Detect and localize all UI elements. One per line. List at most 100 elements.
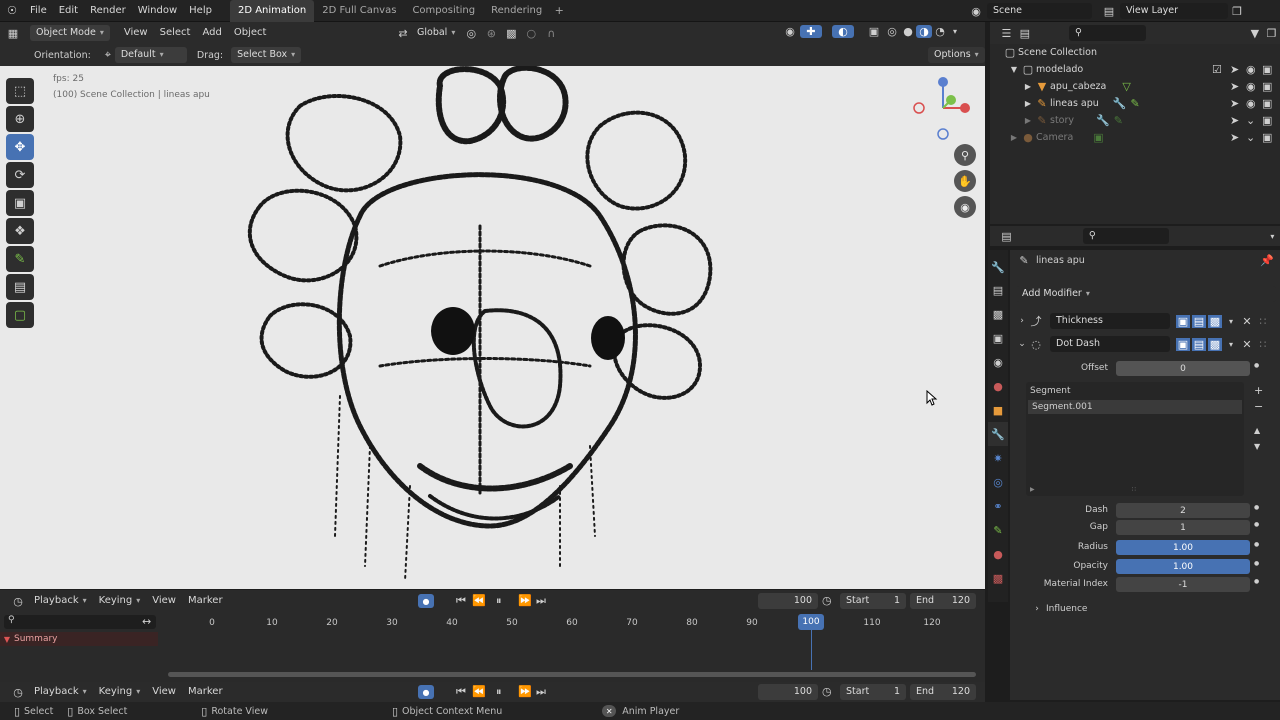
modifier-menu-icon[interactable]: ▾ <box>1224 317 1238 326</box>
cursor-tool[interactable]: ⊕ <box>6 106 34 132</box>
object-mode-dropdown[interactable]: Object Mode <box>30 25 110 41</box>
prev-keyframe-icon[interactable]: ⏪ <box>472 685 486 698</box>
expand-chevron-icon[interactable]: ▶ <box>1022 99 1034 108</box>
expand-chevron-icon[interactable]: ▶ <box>1022 82 1034 91</box>
expand-chevron-icon[interactable]: › <box>1032 604 1042 614</box>
menu-marker[interactable]: Marker <box>182 681 229 703</box>
keyframe-dot-icon[interactable]: ● <box>1254 504 1259 511</box>
eye-hidden-icon[interactable]: ⌄ <box>1246 114 1255 127</box>
transform-tool[interactable]: ❖ <box>6 218 34 244</box>
falloff-icon[interactable]: ∩ <box>541 27 561 40</box>
transform-orientation-dropdown[interactable]: Global <box>411 25 461 41</box>
menu-select[interactable]: Select <box>154 22 197 44</box>
tab-rendering[interactable]: Rendering <box>483 0 550 22</box>
render-icon[interactable]: ▣ <box>1262 80 1272 93</box>
drag-handle-icon[interactable]: ∷ <box>1256 338 1270 351</box>
zoom-icon[interactable]: ⚲ <box>954 144 976 166</box>
xray-icon[interactable]: ▣ <box>864 25 884 38</box>
effects-tab-icon[interactable]: ✷ <box>993 446 1002 470</box>
properties-options-icon[interactable]: ▾ <box>1265 232 1280 241</box>
material-tab-icon[interactable]: ● <box>993 542 1003 566</box>
modifier-menu-icon[interactable]: ▾ <box>1224 340 1238 349</box>
rotate-tool[interactable]: ⟳ <box>6 162 34 188</box>
viewport-toggle-icon[interactable]: ▤ <box>1192 314 1206 328</box>
properties-search-input[interactable]: ⚲ <box>1082 228 1169 244</box>
render-icon[interactable]: ▣ <box>1262 97 1272 110</box>
thickness-name-field[interactable]: Thickness <box>1050 313 1170 329</box>
eye-icon[interactable]: ◉ <box>1246 80 1256 93</box>
timeline-scrollbar[interactable] <box>168 672 976 677</box>
list-resize-handle-icon[interactable]: ∷ <box>1132 486 1136 493</box>
selectable-icon[interactable]: ➤ <box>1230 80 1239 93</box>
physics-tab-icon[interactable]: ◎ <box>993 470 1003 494</box>
eye-icon[interactable]: ◉ <box>1246 63 1256 76</box>
current-frame-marker[interactable]: 100 <box>798 614 824 630</box>
scale-tool[interactable]: ▣ <box>6 190 34 216</box>
offset-field[interactable]: 0 <box>1116 361 1250 376</box>
menu-view[interactable]: View <box>146 681 182 703</box>
collapse-chevron-icon[interactable]: › <box>1016 316 1028 326</box>
stopwatch-icon[interactable]: ◷ <box>822 685 832 698</box>
measure-tool[interactable]: ▤ <box>6 274 34 300</box>
selectable-icon[interactable]: ➤ <box>1230 63 1239 76</box>
add-segment-icon[interactable]: + <box>1254 384 1263 397</box>
object-tab-icon[interactable]: ■ <box>993 398 1003 422</box>
jump-start-icon[interactable]: ⏮ <box>456 685 466 699</box>
tab-2d-animation[interactable]: 2D Animation <box>229 0 315 22</box>
render-icon[interactable]: ▣ <box>1262 114 1272 127</box>
tool-tab-icon[interactable]: 🔧 <box>991 256 1005 278</box>
menu-object[interactable]: Object <box>228 22 273 44</box>
view-layer-tab-icon[interactable]: ▣ <box>993 326 1003 350</box>
close-circle-icon[interactable]: ✕ <box>602 705 617 717</box>
selectable-icon[interactable]: ➤ <box>1230 114 1239 127</box>
properties-editor-icon[interactable]: ▤ <box>996 230 1017 243</box>
keyframe-dot-icon[interactable]: ● <box>1254 362 1259 369</box>
3d-viewport[interactable]: fps: 25 (100) Scene Collection | lineas … <box>0 66 985 589</box>
remove-segment-icon[interactable]: − <box>1254 400 1263 413</box>
record-icon[interactable]: ● <box>418 685 434 699</box>
scene-icon[interactable]: ◉ <box>965 5 987 18</box>
filter-icon[interactable]: ▼ <box>1246 27 1263 40</box>
expand-chevron-icon[interactable]: ▼ <box>1008 65 1020 74</box>
menu-window[interactable]: Window <box>132 0 183 22</box>
proportional-icon[interactable]: ○ <box>521 27 541 40</box>
menu-add[interactable]: Add <box>196 22 227 44</box>
pivot-icon[interactable]: ◎ <box>461 27 481 40</box>
blender-logo-icon[interactable]: ☉ <box>0 4 24 17</box>
constraint-tab-icon[interactable]: ⚭ <box>993 494 1002 518</box>
drag-handle-icon[interactable]: ∷ <box>1256 315 1270 328</box>
menu-playback[interactable]: Playback <box>28 681 93 703</box>
remove-modifier-icon[interactable]: ✕ <box>1240 315 1254 328</box>
outliner-row-scene-collection[interactable]: ▢ Scene Collection <box>990 44 1280 61</box>
segment-list-item[interactable]: Segment.001 <box>1028 400 1242 414</box>
visibility-icon[interactable]: ◉ <box>780 25 800 38</box>
grease-pencil-drawing[interactable] <box>230 66 750 589</box>
render-tab-icon[interactable]: ▤ <box>993 278 1003 302</box>
solid-shading-icon[interactable]: ● <box>900 25 916 38</box>
drag-dropdown[interactable]: Select Box <box>231 47 302 63</box>
rendered-shading-icon[interactable]: ◔ <box>932 25 948 38</box>
pan-hand-icon[interactable]: ✋ <box>954 170 976 192</box>
options-dropdown[interactable]: Options <box>928 47 985 63</box>
new-collection-icon[interactable]: ❐ <box>1263 27 1280 40</box>
material-index-field[interactable]: -1 <box>1116 577 1250 592</box>
selectable-icon[interactable]: ➤ <box>1230 97 1239 110</box>
keyframe-dot-icon[interactable]: ● <box>1254 541 1259 548</box>
list-expand-icon[interactable]: ▶ <box>1030 486 1035 493</box>
render-icon[interactable]: ▣ <box>1262 131 1272 144</box>
pause-icon[interactable]: ⏸ <box>496 685 502 699</box>
tab-2d-full-canvas[interactable]: 2D Full Canvas <box>314 0 404 22</box>
outliner-row-apu-cabeza[interactable]: ▶ ▼ apu_cabeza ▽ ➤ ◉ ▣ <box>990 78 1280 95</box>
modifier-dot-dash[interactable]: ⌄ ◌ Dot Dash ▣ ▤ ▩ ▾ ✕ ∷ <box>1016 335 1278 353</box>
snap-icon[interactable]: ⊛ <box>481 27 501 40</box>
select-box-tool[interactable]: ⬚ <box>6 78 34 104</box>
shading-options-icon[interactable]: ▾ <box>948 27 962 36</box>
outliner-editor-icon[interactable]: ☰ <box>998 27 1015 40</box>
tab-compositing[interactable]: Compositing <box>404 0 483 22</box>
world-tab-icon[interactable]: ● <box>993 374 1003 398</box>
eye-hidden-icon[interactable]: ⌄ <box>1246 131 1255 144</box>
snap-target-icon[interactable]: ▩ <box>501 27 521 40</box>
move-segment-up-icon[interactable]: ▲ <box>1254 426 1260 435</box>
menu-keying[interactable]: Keying <box>93 681 147 703</box>
keyframe-dot-icon[interactable]: ● <box>1254 521 1259 528</box>
